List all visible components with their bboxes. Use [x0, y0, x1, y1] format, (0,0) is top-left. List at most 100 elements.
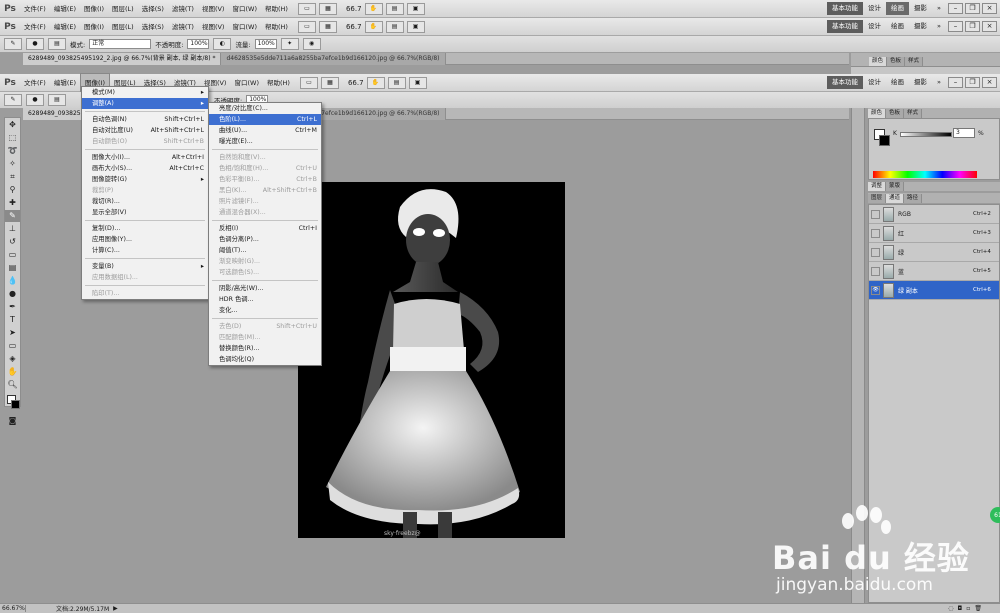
image-menu-item[interactable]: 应用数据组(L)...: [82, 272, 208, 283]
channel-row[interactable]: 红 Ctrl+3: [869, 224, 999, 243]
status-menu-arrow-icon[interactable]: ▶: [113, 605, 118, 612]
move-tool-icon[interactable]: ✥: [5, 119, 20, 131]
shape-tool-icon[interactable]: ▭: [5, 340, 20, 352]
image-menu-item[interactable]: 裁剪(P): [82, 185, 208, 196]
brush-preset-icon[interactable]: ●: [26, 38, 44, 50]
hand-tool-icon[interactable]: ✋: [364, 2, 383, 15]
image-menu-item[interactable]: 显示全部(V): [82, 207, 208, 218]
brush-panel-icon[interactable]: ▤: [48, 94, 66, 106]
mode-select[interactable]: 正常: [89, 39, 152, 49]
image-menu-item[interactable]: 自动对比度(U) Alt+Shift+Ctrl+L: [82, 125, 208, 136]
menu-layer[interactable]: 图层(L): [108, 18, 138, 36]
image-menu-item[interactable]: 裁切(R)...: [82, 196, 208, 207]
workspace-design[interactable]: 设计: [863, 76, 886, 89]
color-ramp[interactable]: [873, 171, 977, 178]
workspace-more-icon[interactable]: »: [932, 20, 946, 33]
menu-edit[interactable]: 编辑(E): [50, 74, 80, 92]
k-slider[interactable]: [900, 132, 952, 137]
workspace-photo[interactable]: 摄影: [909, 2, 932, 15]
image-menu-item[interactable]: 自动色调(N) Shift+Ctrl+L: [82, 114, 208, 125]
minimize-icon[interactable]: –: [948, 21, 963, 32]
screen-mode-icon[interactable]: ▣: [408, 76, 427, 89]
ghost-tab-color[interactable]: 颜色: [869, 57, 888, 66]
new-channel-icon[interactable]: ▫: [966, 605, 970, 612]
restore-icon[interactable]: ❐: [965, 77, 980, 88]
hand-tool-icon[interactable]: ✋: [366, 76, 385, 89]
adjust-menu-item[interactable]: 匹配颜色(M)...: [209, 332, 321, 343]
color-swatches[interactable]: [5, 392, 20, 414]
doc-tab-2[interactable]: d4628535e5dde711a6a8255ba7efce1b9d166120…: [221, 53, 446, 65]
adjust-menu-item[interactable]: 去色(D) Shift+Ctrl+U: [209, 321, 321, 332]
workspace-more-icon[interactable]: »: [932, 2, 946, 15]
k-value-input[interactable]: 3: [953, 128, 975, 138]
menu-window[interactable]: 窗口(W): [228, 18, 261, 36]
visibility-eye-icon[interactable]: [871, 228, 880, 238]
workspace-photo[interactable]: 摄影: [909, 20, 932, 33]
channel-row[interactable]: 蓝 Ctrl+5: [869, 262, 999, 281]
floating-badge[interactable]: 61: [990, 507, 1000, 523]
adjust-menu-item[interactable]: 黑白(K)... Alt+Shift+Ctrl+B: [209, 185, 321, 196]
menu-file[interactable]: 文件(F): [20, 74, 50, 92]
minimize-icon[interactable]: –: [948, 77, 963, 88]
adjust-menu-item[interactable]: 色调均化(Q): [209, 354, 321, 365]
brush-panel-icon[interactable]: ▤: [48, 38, 66, 50]
menu-help[interactable]: 帮助(H): [263, 74, 294, 92]
channel-row[interactable]: 绿 Ctrl+4: [869, 243, 999, 262]
tab-swatches[interactable]: 色板: [886, 109, 905, 118]
tab-layers[interactable]: 图层: [868, 194, 887, 203]
close-icon[interactable]: ×: [982, 77, 997, 88]
launch-minibridge-icon[interactable]: ▦: [318, 2, 337, 15]
status-zoom[interactable]: 66.67%: [0, 605, 26, 612]
save-selection-icon[interactable]: ◘: [958, 605, 963, 612]
workspace-essentials[interactable]: 基本功能: [827, 76, 864, 89]
menu-select[interactable]: 选择(S): [138, 18, 168, 36]
workspace-more-icon[interactable]: »: [932, 76, 946, 89]
launch-bridge-icon[interactable]: ▭: [297, 2, 316, 15]
opacity-input[interactable]: 100%: [187, 39, 210, 49]
image-menu-item[interactable]: 图像大小(I)... Alt+Ctrl+I: [82, 152, 208, 163]
marquee-tool-icon[interactable]: ⬚: [5, 132, 20, 144]
menu-window[interactable]: 窗口(W): [228, 0, 261, 18]
workspace-design[interactable]: 设计: [863, 20, 886, 33]
image-menu-item[interactable]: 调整(A) ▸: [82, 98, 208, 109]
menu-filter[interactable]: 滤镜(T): [168, 18, 198, 36]
history-brush-tool-icon[interactable]: ↺: [5, 236, 20, 248]
tab-channels[interactable]: 通道: [886, 194, 905, 203]
ghost-tab-swatches[interactable]: 色板: [887, 57, 906, 66]
image-menu-item[interactable]: 陷印(T)...: [82, 288, 208, 299]
visibility-eye-icon[interactable]: 👁︎: [871, 285, 880, 295]
eraser-tool-icon[interactable]: ▭: [5, 249, 20, 261]
close-icon[interactable]: ×: [982, 21, 997, 32]
visibility-eye-icon[interactable]: [871, 247, 880, 257]
quick-select-tool-icon[interactable]: ✧: [5, 158, 20, 170]
menu-image[interactable]: 图像(I): [80, 18, 108, 36]
adjust-menu-item[interactable]: 色阶(L)... Ctrl+L: [209, 114, 321, 125]
menu-layer[interactable]: 图层(L): [108, 0, 138, 18]
menu-file[interactable]: 文件(F): [20, 18, 50, 36]
adjust-menu-item[interactable]: 照片滤镜(F)...: [209, 196, 321, 207]
adjust-menu-item[interactable]: 变化...: [209, 305, 321, 316]
blur-tool-icon[interactable]: 💧: [5, 275, 20, 287]
image-menu-item[interactable]: 变量(B) ▸: [82, 261, 208, 272]
menu-help[interactable]: 帮助(H): [261, 0, 292, 18]
crop-tool-icon[interactable]: ⌗: [5, 171, 20, 183]
menu-file[interactable]: 文件(F): [20, 0, 50, 18]
screen-mode-icon[interactable]: ▣: [406, 2, 425, 15]
flow-input[interactable]: 100%: [254, 39, 277, 49]
menu-window[interactable]: 窗口(W): [230, 74, 263, 92]
gradient-tool-icon[interactable]: ▤: [5, 262, 20, 274]
document-canvas[interactable]: sky·freebz@: [298, 182, 565, 538]
load-selection-icon[interactable]: ◌: [948, 605, 953, 612]
image-menu-item[interactable]: 图像旋转(G) ▸: [82, 174, 208, 185]
image-menu-item[interactable]: 复制(D)...: [82, 223, 208, 234]
workspace-painting[interactable]: 绘画: [886, 76, 909, 89]
ghost-tab-styles[interactable]: 样式: [905, 57, 924, 66]
visibility-eye-icon[interactable]: [871, 266, 880, 276]
bg-swatch[interactable]: [879, 135, 890, 146]
image-menu-item[interactable]: 模式(M) ▸: [82, 87, 208, 98]
eyedropper-tool-icon[interactable]: ⚲: [5, 184, 20, 196]
clone-stamp-tool-icon[interactable]: ⊥: [5, 223, 20, 235]
adjust-menu-item[interactable]: 阴影/高光(W)...: [209, 283, 321, 294]
workspace-design[interactable]: 设计: [863, 2, 886, 15]
visibility-eye-icon[interactable]: [871, 209, 880, 219]
